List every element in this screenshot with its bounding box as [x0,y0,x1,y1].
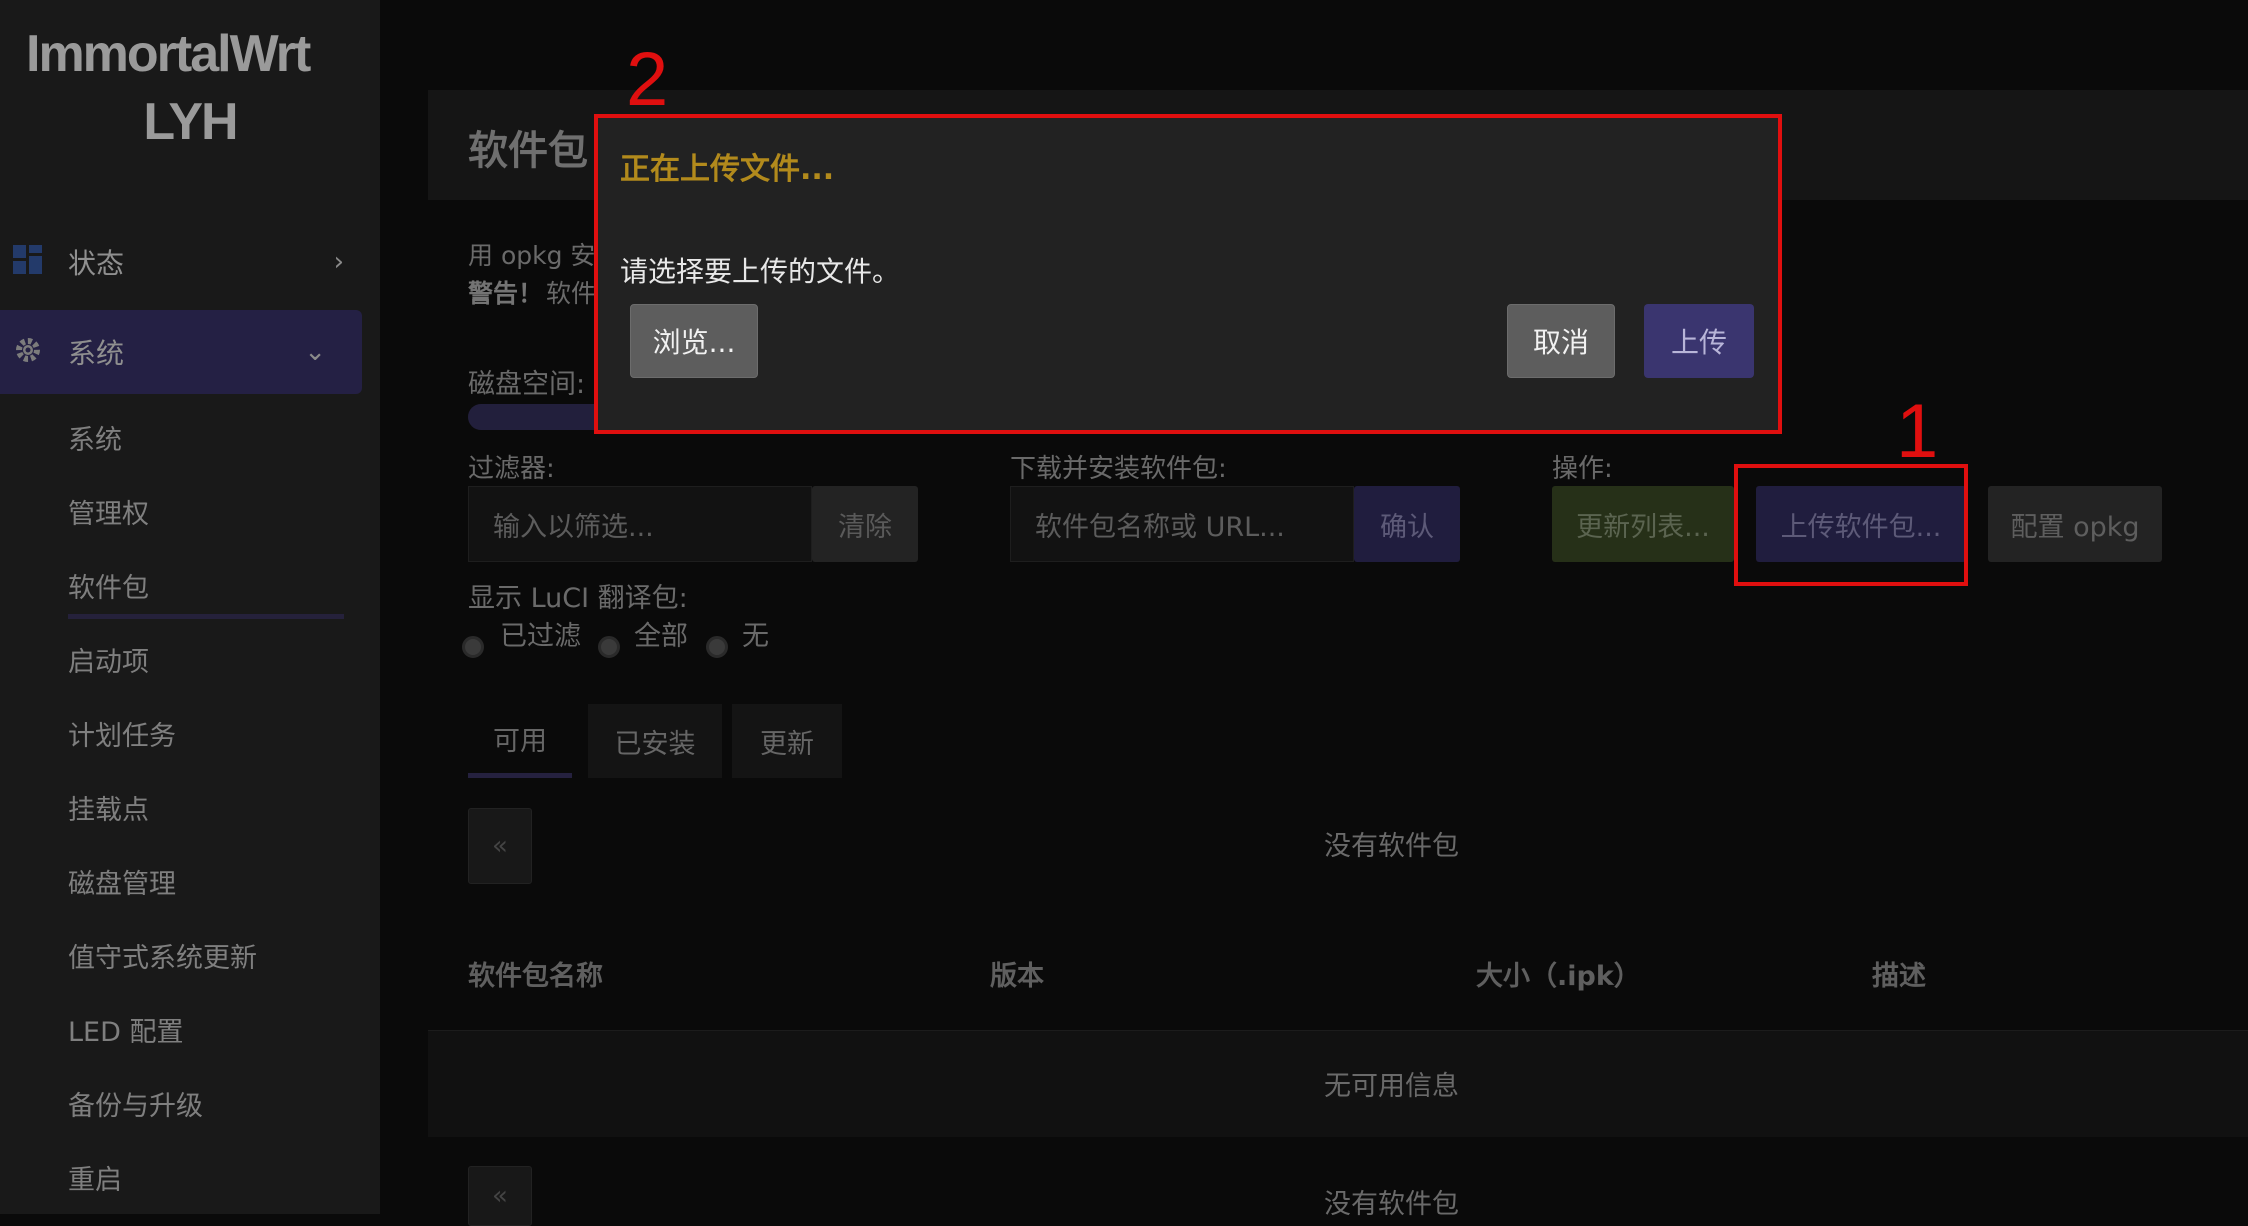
radio-all[interactable] [598,636,620,658]
sidebar-item-label: 状态 [68,247,125,280]
luci-translation-label: 显示 LuCI 翻译包: [468,583,688,614]
col-header-description: 描述 [1872,961,1926,992]
gear-icon [12,334,44,366]
chevron-right-icon: › [333,247,344,277]
active-indicator [68,614,344,619]
tab-updates[interactable]: 更新 [732,704,842,778]
no-packages-text-bottom: 没有软件包 [1324,1189,1459,1220]
configure-opkg-button[interactable]: 配置 opkg [1988,486,2162,562]
sidebar-sub-item[interactable]: 值守式系统更新 [68,936,257,975]
sidebar-sub-item[interactable]: 计划任务 [68,714,176,753]
annotation-box-1 [1734,464,1968,586]
no-info-text: 无可用信息 [1324,1071,1459,1102]
sidebar-item-label: 系统 [68,337,125,370]
tab-installed[interactable]: 已安装 [588,704,722,778]
pager-prev-button-bottom[interactable]: « [468,1166,532,1226]
no-packages-text: 没有软件包 [1324,831,1459,862]
radio-none[interactable] [706,636,728,658]
sidebar-sub-item[interactable]: 启动项 [68,640,149,679]
radio-label: 无 [742,621,769,652]
annotation-box-2 [594,114,1782,434]
sidebar-sub-item[interactable]: 磁盘管理 [68,862,176,901]
radio-label: 已过滤 [500,621,581,652]
sidebar-sub-item-active[interactable]: 软件包 [68,566,149,605]
sidebar-item-system[interactable]: 系统 ⌄ [0,310,362,394]
pager-prev-button[interactable]: « [468,808,532,884]
actions-label: 操作: [1552,454,1613,484]
chevron-down-icon: ⌄ [304,337,326,367]
download-label: 下载并安装软件包: [1010,454,1227,484]
sidebar-sub-item[interactable]: 挂载点 [68,788,149,827]
radio-filtered[interactable] [462,636,484,658]
confirm-button[interactable]: 确认 [1354,486,1460,562]
col-header-version: 版本 [990,961,1044,992]
clear-button[interactable]: 清除 [812,486,918,562]
dashboard-icon [12,244,44,276]
sidebar-sub-item[interactable]: 管理权 [68,492,149,531]
sidebar: ImmortalWrt LYH 状态 › 系统 ⌄ 系统 管理权 软件包 启动项… [0,0,380,1214]
brand-line1: ImmortalWrt [26,25,311,83]
tab-available[interactable]: 可用 [468,704,572,778]
page-title: 软件包 [468,128,588,174]
radio-label: 全部 [634,621,688,652]
sidebar-sub-item[interactable]: 重启 [68,1158,122,1197]
sidebar-item-status[interactable]: 状态 › [0,220,380,304]
update-lists-button[interactable]: 更新列表... [1552,486,1734,562]
filter-label: 过滤器: [468,454,555,484]
col-header-name: 软件包名称 [468,961,603,992]
filter-input[interactable]: 输入以筛选... [468,486,812,562]
brand-line2: LYH [143,93,238,151]
description-text: 用 opkg 安 [468,241,596,270]
sidebar-sub-item[interactable]: LED 配置 [68,1010,183,1049]
warning-text: 软件 [546,279,597,308]
sidebar-sub-item[interactable]: 系统 [68,418,122,457]
warning-label: 警告！ [468,279,544,308]
annotation-number-1: 1 [1896,389,1939,474]
package-url-input[interactable]: 软件包名称或 URL... [1010,486,1354,562]
col-header-size: 大小（.ipk） [1476,961,1641,992]
annotation-number-2: 2 [626,37,669,122]
sidebar-sub-item[interactable]: 备份与升级 [68,1084,203,1123]
disk-space-label: 磁盘空间: [468,369,586,400]
